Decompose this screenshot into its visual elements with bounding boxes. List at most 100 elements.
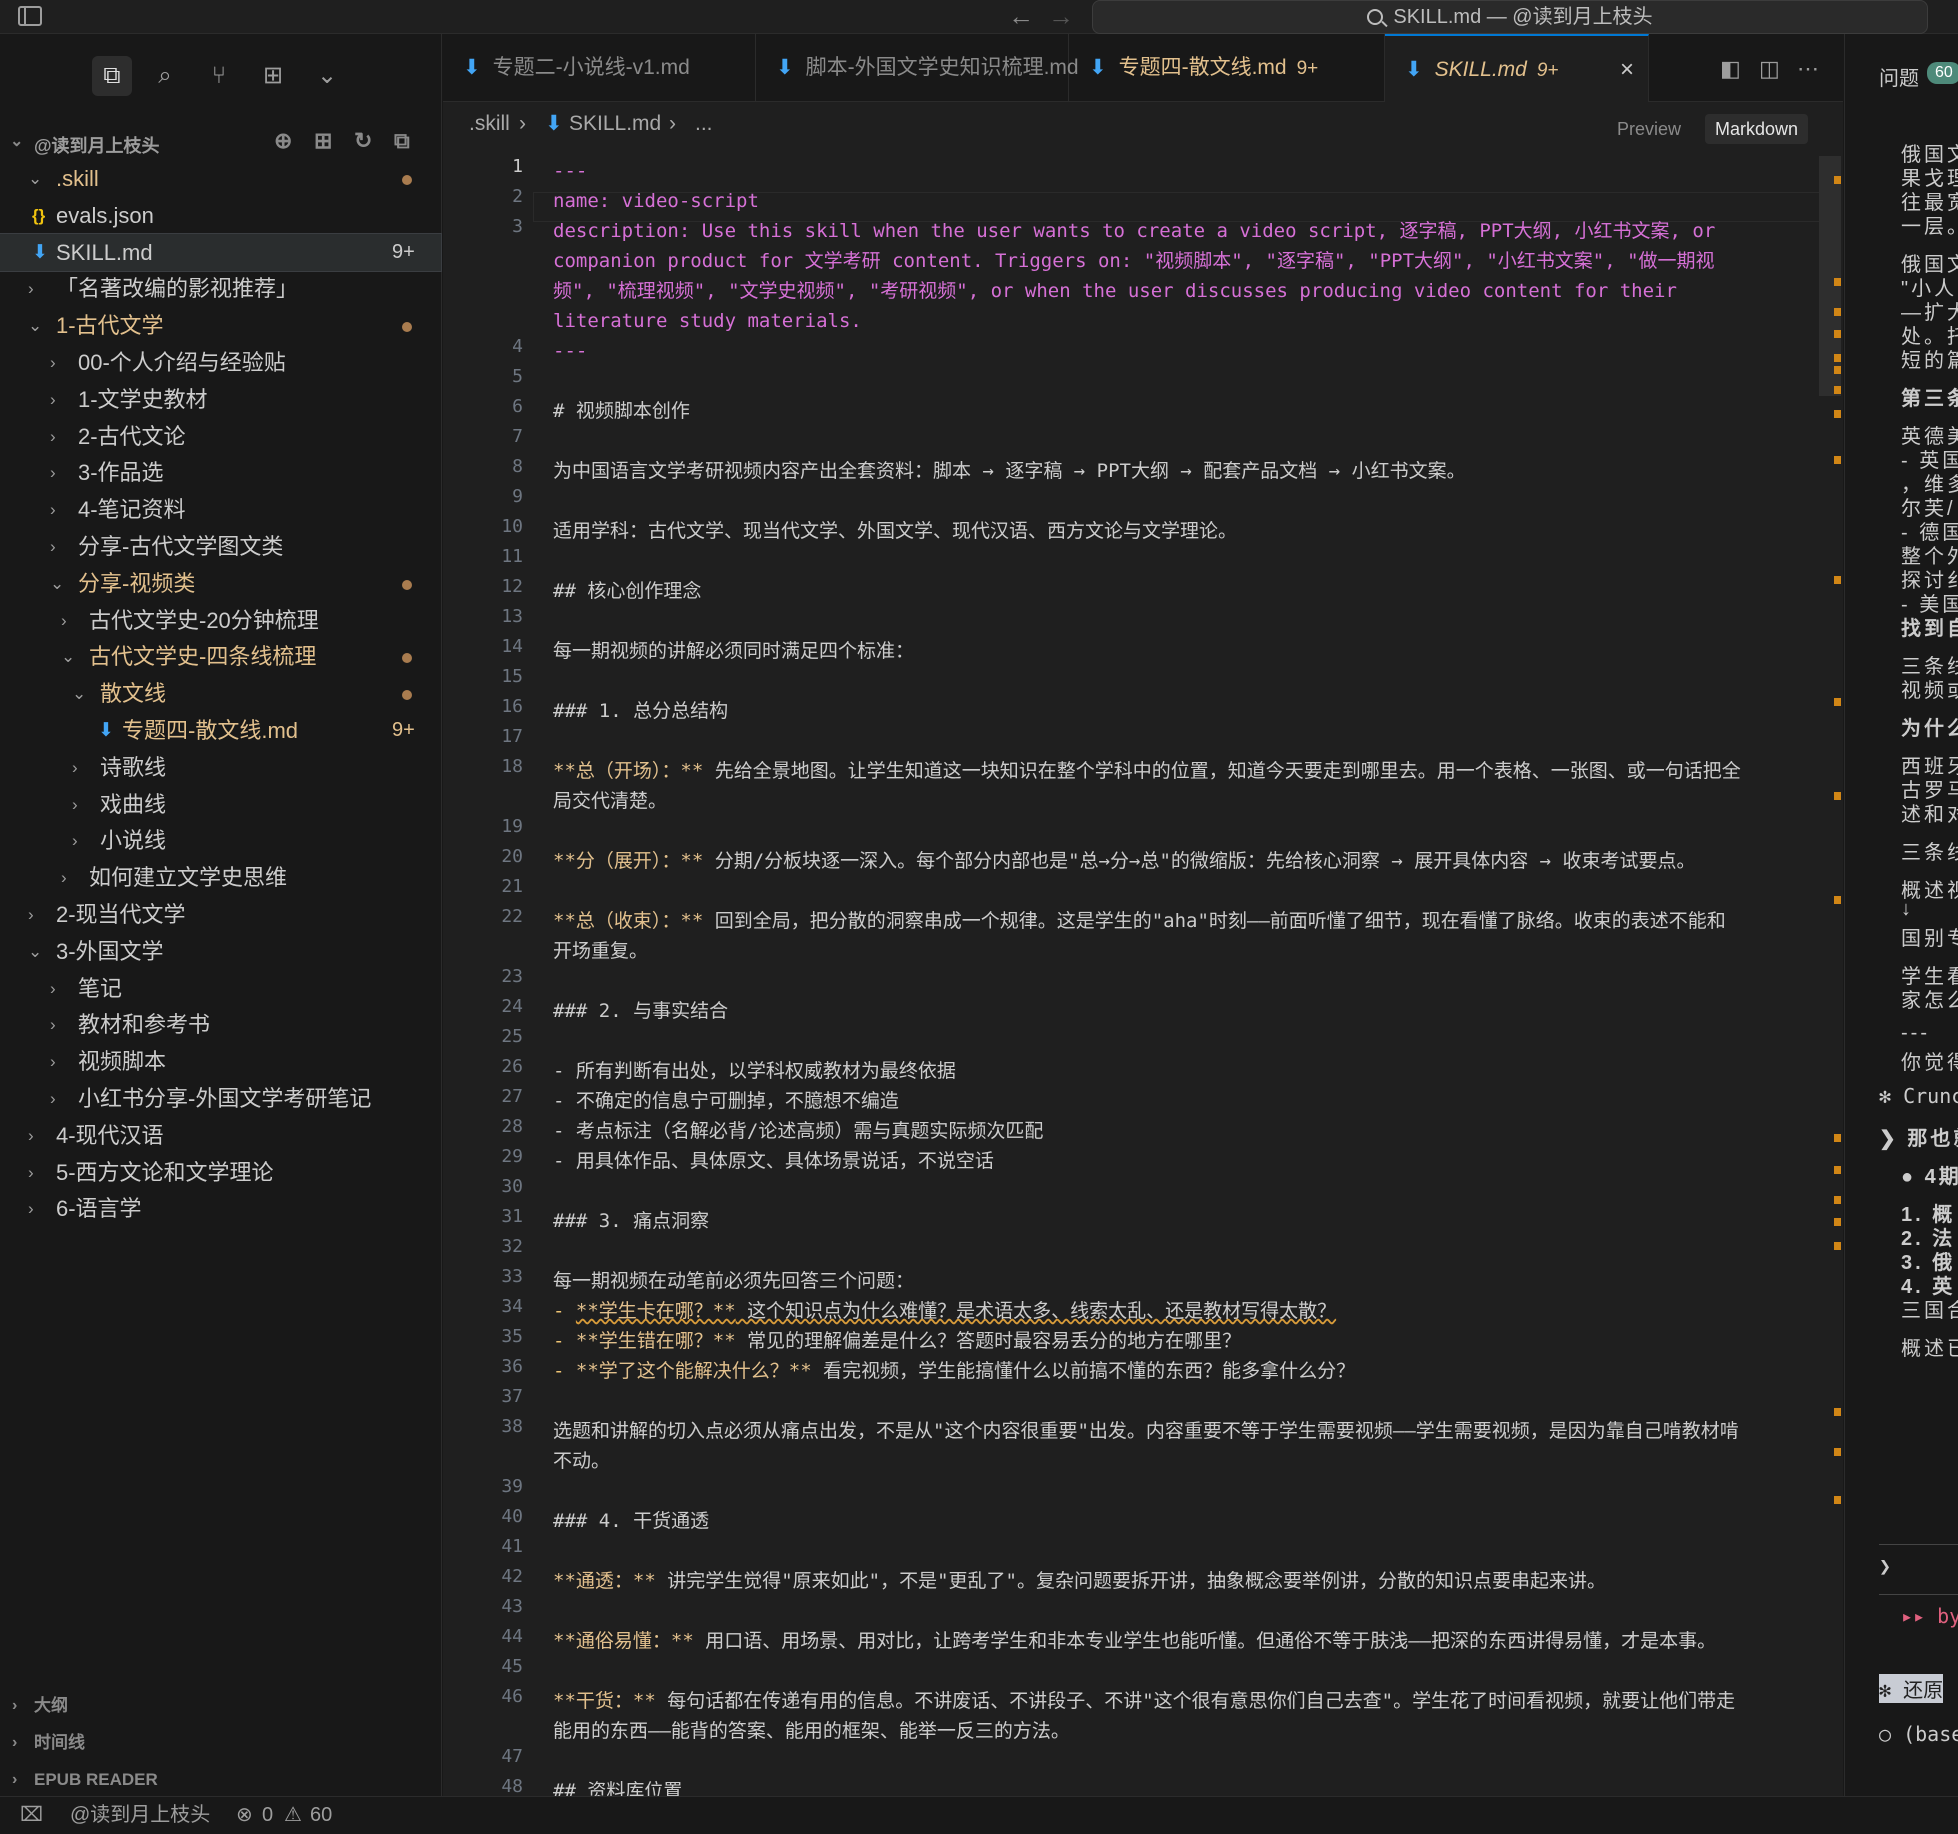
tree-item[interactable]: › 「名著改编的影视推荐」: [0, 270, 441, 307]
new-file-icon[interactable]: ⊕: [274, 128, 292, 154]
chevron-right-icon: ›: [519, 112, 526, 135]
refresh-icon[interactable]: ↻: [354, 128, 372, 154]
problems-tab[interactable]: 问题: [1879, 62, 1919, 91]
line-number: 17: [501, 726, 523, 747]
chevron-right-icon: ›: [28, 1199, 34, 1219]
scrollbar-marker: [1834, 410, 1841, 418]
tab-2[interactable]: ⬇ 专题四-散文线.md 9+: [1069, 34, 1385, 102]
back-arrow-icon[interactable]: ←: [1008, 0, 1034, 32]
tab-0[interactable]: ⬇ 专题二-小说线-v1.md: [443, 34, 756, 102]
tree-item[interactable]: › 1-文学史教材: [0, 381, 441, 418]
search-icon[interactable]: ⌕: [145, 56, 185, 96]
breadcrumb-item[interactable]: ...: [695, 102, 713, 146]
tree-item[interactable]: › 诗歌线: [0, 749, 441, 786]
line-number: 38: [501, 1416, 523, 1437]
error-count[interactable]: 0: [262, 1797, 273, 1833]
remote-icon[interactable]: ⌧: [20, 1797, 43, 1833]
new-folder-icon[interactable]: ⊞: [314, 128, 332, 154]
tree-item[interactable]: › 教材和参考书: [0, 1006, 441, 1043]
more-actions-icon[interactable]: ⋯: [1797, 56, 1819, 82]
divider: [1879, 1594, 1958, 1595]
tree-item[interactable]: › 00-个人介绍与经验贴: [0, 344, 441, 381]
forward-arrow-icon[interactable]: →: [1048, 0, 1074, 32]
tree-item[interactable]: ⌄ .skill: [0, 160, 441, 197]
scrollbar-marker: [1834, 896, 1841, 904]
line-number: 40: [501, 1506, 523, 1527]
tree-item[interactable]: ⌄ 1-古代文学: [0, 307, 441, 344]
split-editor-icon[interactable]: ◫: [1759, 56, 1780, 82]
markdown-toggle[interactable]: Markdown: [1705, 114, 1809, 144]
source-control-icon[interactable]: ⑂: [199, 56, 239, 96]
code-editor[interactable]: 1 --- 2 name: video-script 3 description: Use…: [443, 152, 1843, 1796]
tree-item[interactable]: › 小红书分享-外国文学考研笔记: [0, 1080, 441, 1117]
line-number: 6: [512, 396, 523, 417]
code-token: **通俗易懂：**: [553, 1630, 694, 1652]
tree-item[interactable]: › 3-作品选: [0, 454, 441, 491]
tree-item[interactable]: {} evals.json: [0, 197, 441, 234]
tree-item[interactable]: ⬇ SKILL.md 9+: [0, 232, 442, 272]
warning-count[interactable]: 60: [310, 1797, 332, 1833]
explorer-sidebar: ⧉ ⌕ ⑂ ⊞ ⌄ ⌄ @读到月上枝头 ⊕ ⊞ ↻ ⧉ ⌄ .skill {} eva…: [0, 34, 442, 1796]
open-preview-icon[interactable]: ◧: [1720, 56, 1741, 82]
restore-button[interactable]: ✻ 还原: [1879, 1674, 1944, 1703]
tree-item[interactable]: › 如何建立文学史思维: [0, 859, 441, 896]
tree-item[interactable]: › 古代文学史-20分钟梳理: [0, 602, 441, 639]
tree-item[interactable]: › 戏曲线: [0, 786, 441, 823]
status-user[interactable]: @读到月上枝头: [70, 1797, 210, 1833]
tree-item[interactable]: › 6-语言学: [0, 1190, 441, 1227]
code-line: **总（收束）：** 回到全局，把分散的洞察串成一个规律。这是学生的"aha"时…: [553, 906, 1803, 936]
code-token: ---: [553, 160, 588, 182]
tree-item[interactable]: › 笔记: [0, 970, 441, 1007]
tree-item-label: 视频脚本: [78, 1049, 167, 1075]
terminal-line: 三条线: [1901, 842, 1958, 864]
line-number: 12: [501, 576, 523, 597]
tree-item[interactable]: › 2-古代文论: [0, 418, 441, 455]
tree-item[interactable]: ⌄ 古代文学史-四条线梳理: [0, 638, 441, 675]
tree-item[interactable]: › 小说线: [0, 822, 441, 859]
breadcrumb-item[interactable]: SKILL.md: [569, 102, 661, 146]
sidebar-section-0[interactable]: › 大纲: [0, 1688, 442, 1724]
scrollbar-marker: [1834, 386, 1841, 394]
line-number: 43: [501, 1596, 523, 1617]
tree-item[interactable]: ⌄ 3-外国文学: [0, 933, 441, 970]
line-number: 10: [501, 516, 523, 537]
tree-item[interactable]: › 视频脚本: [0, 1043, 441, 1080]
tree-item[interactable]: › 分享-古代文学图文类: [0, 528, 441, 565]
tree-item[interactable]: ⬇ 专题四-散文线.md 9+: [0, 712, 441, 749]
code-line: - 不确定的信息宁可删掉，不臆想不编造: [553, 1086, 1803, 1116]
chevron-right-icon: ›: [50, 426, 56, 446]
tree-item[interactable]: › 2-现当代文学: [0, 896, 441, 933]
line-number: 47: [501, 1746, 523, 1767]
tree-item[interactable]: › 4-笔记资料: [0, 491, 441, 528]
chevron-down-icon: ⌄: [72, 684, 87, 704]
tree-item-label: .skill: [56, 166, 99, 191]
tree-item[interactable]: ⌄ 分享-视频类: [0, 565, 441, 602]
markdown-file-icon: ⬇: [545, 112, 563, 135]
chevron-right-icon: ›: [50, 537, 56, 556]
code-token: 每一期视频的讲解必须同时满足四个标准：: [553, 640, 915, 662]
markdown-file-icon: ⬇: [1405, 58, 1423, 81]
tree-item[interactable]: ⌄ 散文线: [0, 675, 441, 712]
code-token: 看完视频，学生能搞懂什么以前搞不懂的东西？能多拿什么分？: [811, 1360, 1356, 1382]
tree-item[interactable]: › 5-西方文论和文学理论: [0, 1154, 441, 1191]
close-icon[interactable]: ×: [1620, 36, 1634, 104]
code-line: ## 核心创作理念: [553, 576, 1803, 606]
command-center-search[interactable]: SKILL.md — @读到月上枝头: [1092, 0, 1928, 34]
extensions-icon[interactable]: ⊞: [253, 56, 293, 96]
sidebar-section-1[interactable]: › 时间线: [0, 1725, 442, 1761]
workspace-header[interactable]: ⌄ @读到月上枝头 ⊕ ⊞ ↻ ⧉: [0, 126, 442, 160]
collapse-all-icon[interactable]: ⧉: [394, 128, 410, 154]
breadcrumb-item[interactable]: .skill: [469, 102, 510, 146]
tab-3[interactable]: ⬇ SKILL.md 9+ ×: [1385, 34, 1649, 102]
tab-1[interactable]: ⬇ 脚本-外国文学史知识梳理.md: [756, 34, 1079, 102]
toggle-sidebar-icon[interactable]: [18, 6, 42, 26]
sidebar-section-2[interactable]: › EPUB READER: [0, 1762, 442, 1798]
explorer-icon[interactable]: ⧉: [92, 56, 132, 96]
chevron-down-icon[interactable]: ⌄: [307, 56, 347, 96]
tree-item[interactable]: › 4-现代汉语: [0, 1117, 441, 1154]
preview-toggle[interactable]: Preview: [1607, 114, 1691, 144]
line-number: 7: [512, 426, 523, 447]
editor-scrollbar[interactable]: [1819, 156, 1841, 1786]
line-number: 14: [501, 636, 523, 657]
